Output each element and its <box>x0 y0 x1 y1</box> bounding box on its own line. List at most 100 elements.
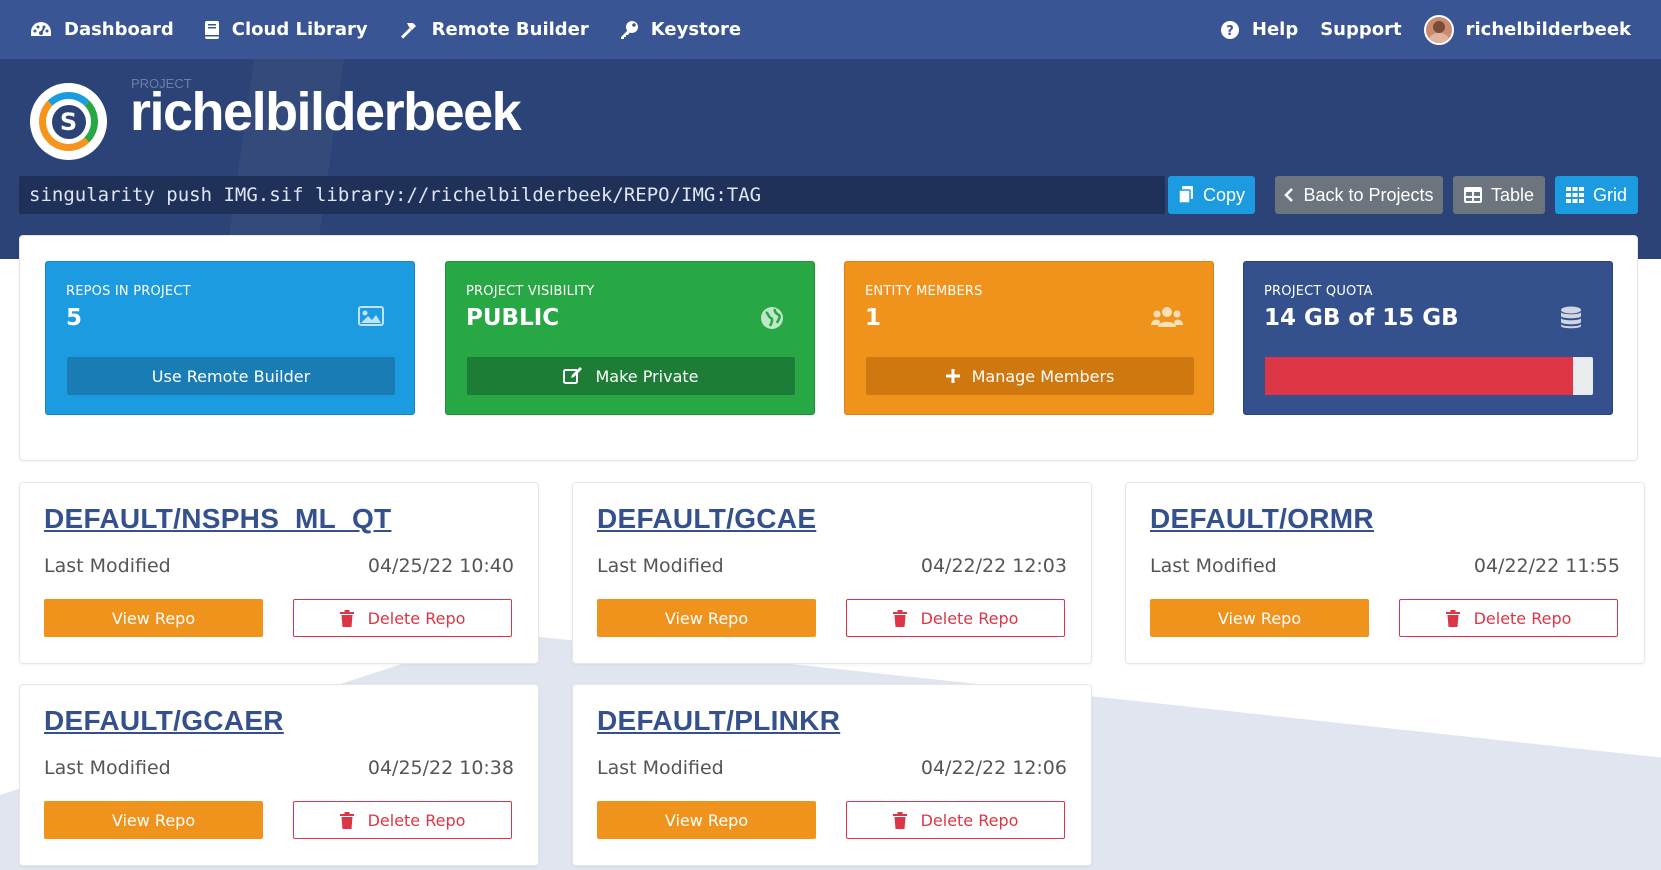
use-remote-builder-label: Use Remote Builder <box>151 366 311 386</box>
back-to-projects-button[interactable]: Back to Projects <box>1275 176 1443 214</box>
svg-text:?: ? <box>1226 24 1234 39</box>
last-modified-value: 04/22/22 12:03 <box>920 555 1067 577</box>
nav-dashboard-label: Dashboard <box>64 19 174 40</box>
visibility-stat-label: PROJECT VISIBILITY <box>466 284 595 299</box>
avatar <box>1423 14 1454 45</box>
visibility-stat-value: PUBLIC <box>466 305 560 331</box>
chevron-left-icon <box>1284 188 1294 202</box>
push-command-field[interactable]: singularity push IMG.sif library://riche… <box>19 176 1165 214</box>
repos-stat-label: REPOS IN PROJECT <box>66 284 191 299</box>
sylabs-logo: S <box>30 83 107 160</box>
delete-repo-button[interactable]: Delete Repo <box>1399 599 1618 637</box>
trash-icon <box>892 609 907 627</box>
nav-keystore-label: Keystore <box>650 19 742 40</box>
use-remote-builder-button[interactable]: Use Remote Builder <box>67 357 395 395</box>
plus-icon <box>945 369 960 383</box>
dashboard-icon <box>31 21 51 36</box>
image-icon <box>358 306 384 326</box>
view-repo-button[interactable]: View Repo <box>1150 599 1369 637</box>
last-modified-label: Last Modified <box>44 555 171 577</box>
quota-stat-label: PROJECT QUOTA <box>1264 284 1373 299</box>
key-icon <box>620 20 638 39</box>
nav-cloud-library-label: Cloud Library <box>231 19 368 40</box>
nav-dashboard[interactable]: Dashboard <box>30 19 174 40</box>
last-modified-label: Last Modified <box>597 555 724 577</box>
manage-members-label: Manage Members <box>971 366 1115 386</box>
top-navbar: Dashboard Cloud Library Remote Builder K… <box>0 0 1661 59</box>
view-repo-button[interactable]: View Repo <box>597 801 816 839</box>
repo-title-link[interactable]: DEFAULT/GCAER <box>44 705 284 737</box>
repos-stat-card: REPOS IN PROJECT 5 Use Remote Builder <box>45 261 415 415</box>
nav-keystore[interactable]: Keystore <box>619 19 741 40</box>
view-repo-button[interactable]: View Repo <box>44 801 263 839</box>
repo-title-link[interactable]: DEFAULT/ORMR <box>1150 503 1374 535</box>
make-private-label: Make Private <box>595 366 699 386</box>
repo-title-link[interactable]: DEFAULT/NSPHS_ML_QT <box>44 503 391 535</box>
nav-support[interactable]: Support <box>1320 19 1401 40</box>
last-modified-value: 04/25/22 10:40 <box>367 555 514 577</box>
members-stat-card: ENTITY MEMBERS 1 Manage Members <box>844 261 1214 415</box>
repo-card: DEFAULT/PLINKR Last Modified 04/22/22 12… <box>572 684 1092 866</box>
view-repo-button[interactable]: View Repo <box>44 599 263 637</box>
repo-title-link[interactable]: DEFAULT/PLINKR <box>597 705 840 737</box>
make-private-button[interactable]: Make Private <box>467 357 795 395</box>
copy-button[interactable]: Copy <box>1168 176 1255 214</box>
quota-stat-card: PROJECT QUOTA 14 GB of 15 GB <box>1243 261 1613 415</box>
nav-remote-builder[interactable]: Remote Builder <box>398 19 589 40</box>
nav-help[interactable]: ? Help <box>1220 19 1298 40</box>
members-stat-label: ENTITY MEMBERS <box>865 284 983 299</box>
nav-user-menu[interactable]: richelbilderbeek <box>1423 14 1631 45</box>
quota-stat-value: 14 GB of 15 GB <box>1264 305 1459 331</box>
manage-members-button[interactable]: Manage Members <box>866 357 1194 395</box>
delete-repo-button[interactable]: Delete Repo <box>846 801 1065 839</box>
last-modified-value: 04/25/22 10:38 <box>367 757 514 779</box>
view-repo-label: View Repo <box>111 608 196 628</box>
nav-right: ? Help Support richelbilderbeek <box>1198 14 1631 45</box>
stats-panel: REPOS IN PROJECT 5 Use Remote Builder PR… <box>19 235 1638 461</box>
nav-left: Dashboard Cloud Library Remote Builder K… <box>30 19 771 40</box>
delete-repo-label: Delete Repo <box>1473 608 1572 628</box>
delete-repo-label: Delete Repo <box>920 810 1019 830</box>
nav-remote-builder-label: Remote Builder <box>431 19 589 40</box>
table-button-label: Table <box>1490 184 1535 205</box>
view-repo-label: View Repo <box>664 810 749 830</box>
nav-help-label: Help <box>1251 19 1299 40</box>
repo-card: DEFAULT/NSPHS_ML_QT Last Modified 04/25/… <box>19 482 539 664</box>
repo-title-link[interactable]: DEFAULT/GCAE <box>597 503 816 535</box>
nav-username: richelbilderbeek <box>1465 19 1631 40</box>
view-repo-label: View Repo <box>664 608 749 628</box>
repos-stat-value: 5 <box>66 305 83 331</box>
nav-cloud-library[interactable]: Cloud Library <box>204 19 368 40</box>
delete-repo-button[interactable]: Delete Repo <box>293 801 512 839</box>
quota-progress-bar <box>1265 357 1593 395</box>
last-modified-value: 04/22/22 11:55 <box>1473 555 1620 577</box>
quota-progress-fill <box>1265 357 1574 395</box>
nav-support-label: Support <box>1320 19 1402 40</box>
grid-view-button[interactable]: Grid <box>1555 176 1638 214</box>
users-icon <box>1151 307 1183 327</box>
delete-repo-button[interactable]: Delete Repo <box>293 599 512 637</box>
view-repo-label: View Repo <box>1217 608 1302 628</box>
project-header: S PROJECT richelbilderbeek singularity p… <box>0 59 1661 259</box>
view-repo-button[interactable]: View Repo <box>597 599 816 637</box>
page-title: richelbilderbeek <box>130 82 522 142</box>
delete-repo-label: Delete Repo <box>367 608 466 628</box>
last-modified-label: Last Modified <box>1150 555 1277 577</box>
globe-icon <box>761 307 783 329</box>
repo-card: DEFAULT/GCAER Last Modified 04/25/22 10:… <box>19 684 539 866</box>
table-view-button[interactable]: Table <box>1453 176 1545 214</box>
hammer-icon <box>400 22 416 39</box>
delete-repo-button[interactable]: Delete Repo <box>846 599 1065 637</box>
help-icon: ? <box>1220 20 1239 39</box>
trash-icon <box>339 811 354 829</box>
copy-icon <box>1178 186 1193 204</box>
database-icon <box>1561 306 1581 329</box>
back-button-label: Back to Projects <box>1303 184 1434 205</box>
last-modified-label: Last Modified <box>597 757 724 779</box>
members-stat-value: 1 <box>865 305 882 331</box>
book-icon <box>204 20 219 39</box>
trash-icon <box>339 609 354 627</box>
repo-card: DEFAULT/ORMR Last Modified 04/22/22 11:5… <box>1125 482 1645 664</box>
grid-icon <box>1565 187 1584 203</box>
trash-icon <box>1445 609 1460 627</box>
